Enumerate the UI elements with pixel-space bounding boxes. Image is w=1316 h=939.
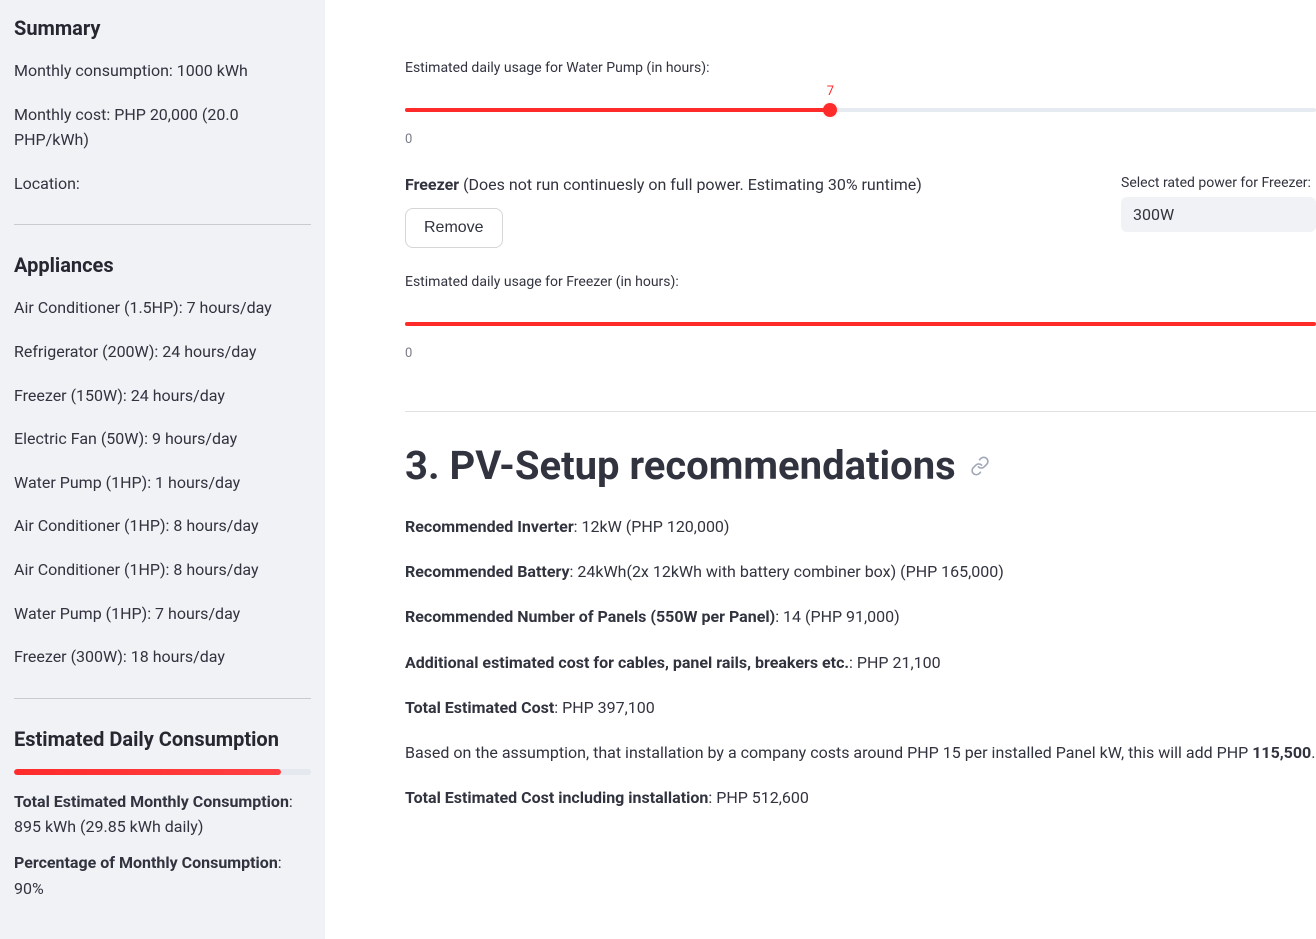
total-line: Total Estimated Cost: PHP 397,100 [405,694,1316,721]
install-line: Based on the assumption, that installati… [405,739,1316,766]
addl-label: Additional estimated cost for cables, pa… [405,653,849,672]
monthly-total: Total Estimated Monthly Consumption: 895… [14,789,311,840]
inverter-value: : 12kW (PHP 120,000) [574,517,730,536]
divider [14,698,311,699]
addl-line: Additional estimated cost for cables, pa… [405,649,1316,676]
pv-heading: 3. PV-Setup recommendations [405,442,1316,489]
total-label: Total Estimated Cost [405,698,554,717]
appliance-item: Water Pump (1HP): 7 hours/day [14,601,311,627]
inverter-line: Recommended Inverter: 12kW (PHP 120,000) [405,513,1316,540]
slider-fill [405,108,830,112]
panels-label: Recommended Number of Panels (550W per P… [405,607,775,626]
freezer-slider[interactable] [405,298,1316,344]
percent-monthly: Percentage of Monthly Consumption: 90% [14,850,311,901]
waterpump-slider[interactable]: 7 [405,84,1316,130]
freezer-block: Freezer (Does not run continuesly on ful… [405,175,1316,361]
appliance-item: Air Conditioner (1HP): 8 hours/day [14,513,311,539]
inverter-label: Recommended Inverter [405,517,574,536]
total-value: : PHP 397,100 [554,698,655,717]
slider-min: 0 [405,132,1316,147]
monthly-cost: Monthly cost: PHP 20,000 (20.0 PHP/kWh) [14,102,311,153]
freezer-usage-label: Estimated daily usage for Freezer (in ho… [405,274,1316,290]
appliance-item: Electric Fan (50W): 9 hours/day [14,426,311,452]
total-incl-value: : PHP 512,600 [708,788,809,807]
monthly-consumption: Monthly consumption: 1000 kWh [14,58,311,84]
appliances-heading: Appliances [14,253,311,277]
daily-progress-fill [14,769,281,775]
appliance-item: Freezer (300W): 18 hours/day [14,644,311,670]
panels-line: Recommended Number of Panels (550W per P… [405,603,1316,630]
daily-consumption-heading: Estimated Daily Consumption [14,727,311,751]
freezer-name: Freezer [405,175,459,194]
location: Location: [14,171,311,197]
slider-min: 0 [405,346,1316,361]
install-amount: 115,500 [1252,743,1311,762]
link-icon[interactable] [970,456,990,476]
summary-heading: Summary [14,16,311,40]
pv-heading-text: 3. PV-Setup recommendations [405,442,956,489]
remove-button[interactable]: Remove [405,208,503,248]
panels-value: : 14 (PHP 91,000) [775,607,900,626]
freezer-power-label: Select rated power for Freezer: [1121,175,1316,191]
appliance-item: Refrigerator (200W): 24 hours/day [14,339,311,365]
battery-line: Recommended Battery: 24kWh(2x 12kWh with… [405,558,1316,585]
appliance-item: Air Conditioner (1HP): 8 hours/day [14,557,311,583]
freezer-power-value: 300W [1133,205,1174,224]
section-divider [405,411,1316,412]
appliance-item: Water Pump (1HP): 1 hours/day [14,470,311,496]
waterpump-usage-label: Estimated daily usage for Water Pump (in… [405,60,1316,76]
battery-label: Recommended Battery [405,562,570,581]
daily-progress [14,769,311,775]
percent-label: Percentage of Monthly Consumption [14,853,278,872]
total-incl-label: Total Estimated Cost including installat… [405,788,708,807]
install-prefix: Based on the assumption, that installati… [405,743,1252,762]
sidebar: Summary Monthly consumption: 1000 kWh Mo… [0,0,325,939]
battery-value: : 24kWh(2x 12kWh with battery combiner b… [570,562,1004,581]
divider [14,224,311,225]
monthly-total-label: Total Estimated Monthly Consumption [14,792,289,811]
appliance-item: Air Conditioner (1.5HP): 7 hours/day [14,295,311,321]
total-incl-line: Total Estimated Cost including installat… [405,784,1316,811]
slider-thumb[interactable] [823,103,837,117]
main-content: Estimated daily usage for Water Pump (in… [325,0,1316,939]
addl-value: : PHP 21,100 [849,653,941,672]
freezer-power-select[interactable]: 300W [1121,197,1316,232]
freezer-note: (Does not run continuesly on full power.… [459,175,922,194]
slider-value: 7 [827,84,834,99]
install-suffix: . [1311,743,1315,762]
appliance-item: Freezer (150W): 24 hours/day [14,383,311,409]
freezer-title: Freezer (Does not run continuesly on ful… [405,175,1101,194]
slider-fill [405,322,1316,326]
